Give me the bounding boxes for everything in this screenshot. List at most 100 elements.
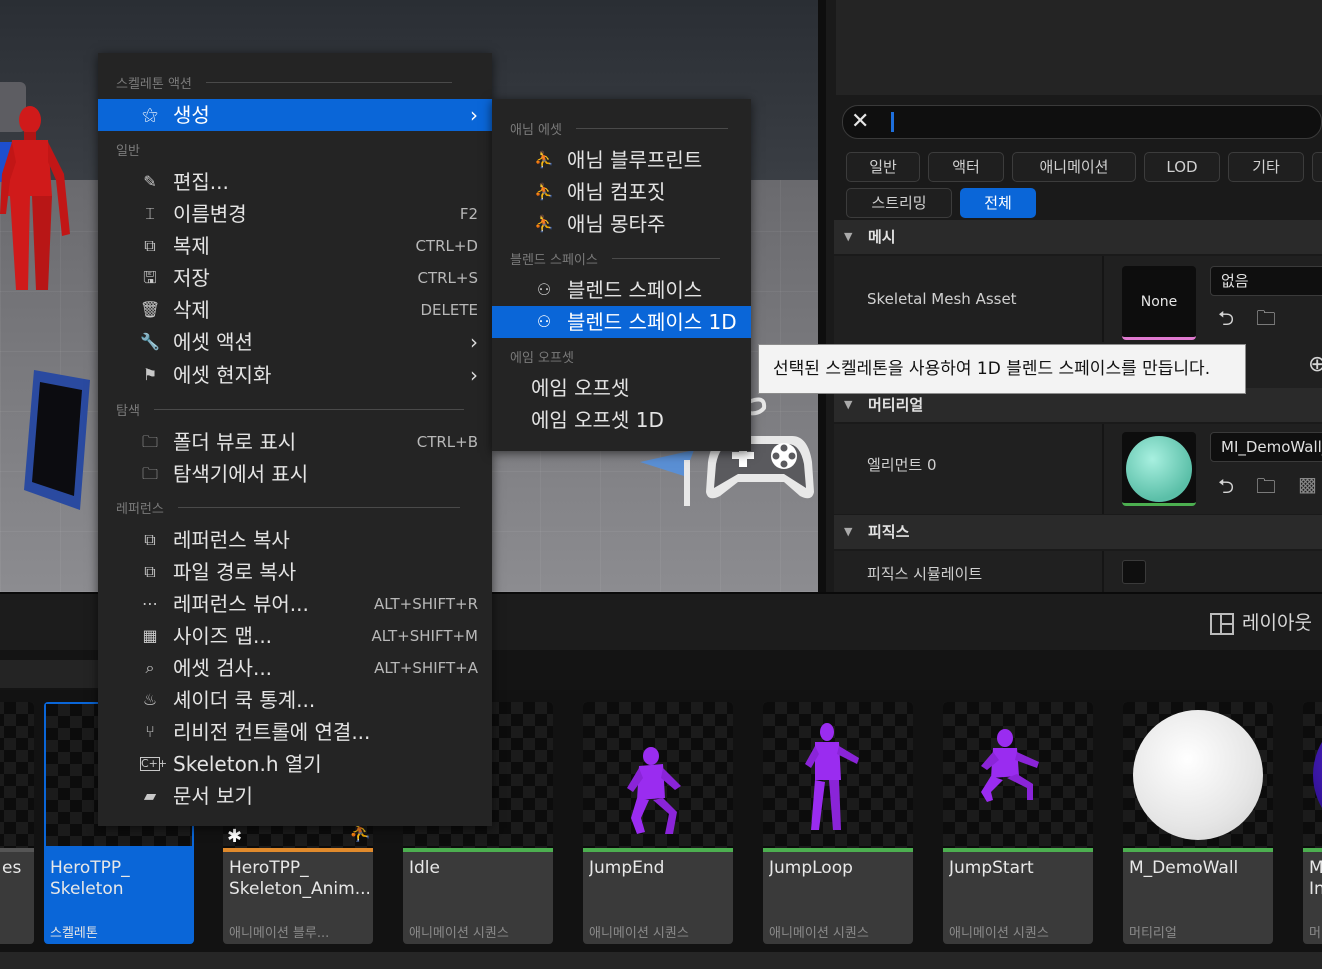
menu-item-open-header[interactable]: C++ Skeleton.h 열기 <box>98 748 492 780</box>
menu-item-asset-localization[interactable]: ⚑ 에셋 현지화 › <box>98 359 492 391</box>
flag-icon: ⚑ <box>142 365 158 384</box>
menu-item-save[interactable]: 🖫 저장 CTRL+S <box>98 262 492 294</box>
folder-search-icon: 🗀 <box>141 432 158 451</box>
asset-type-bar <box>403 848 553 852</box>
property-simulate-physics: 피직스 시뮬레이트 <box>834 551 1322 592</box>
menu-item-rename[interactable]: ⌶ 이름변경 F2 <box>98 198 492 230</box>
asset-thumbnail <box>1303 702 1322 848</box>
asset-type-bar <box>44 848 194 852</box>
asset-type-bar <box>763 848 913 852</box>
simulate-physics-label: 피직스 시뮬레이트 <box>867 565 983 583</box>
details-header-area <box>836 0 1322 95</box>
menu-item-show-in-explorer[interactable]: 🗀 탐색기에서 표시 <box>98 458 492 490</box>
menu-item-shader-cook-stats[interactable]: ♨ 셰이더 쿡 통계... <box>98 684 492 716</box>
folder-search-icon: 🗀 <box>141 464 158 483</box>
menu-item-copy-file-path[interactable]: ⧉ 파일 경로 복사 <box>98 556 492 588</box>
red-mannequin <box>0 106 70 290</box>
asset-type-bar <box>223 848 373 852</box>
asset-type-bar <box>1303 848 1322 852</box>
menu-item-connect-source-control[interactable]: ⑂ 리비전 컨트롤에 연결... <box>98 716 492 748</box>
browse-folder-icon[interactable]: 🗀 <box>1256 472 1276 506</box>
anim-montage-icon: ⛹ <box>534 214 554 233</box>
filter-tab-misc[interactable]: 기타 <box>1228 152 1304 182</box>
use-selected-arrow-icon[interactable]: ⮌ <box>1218 472 1234 506</box>
filter-tab-overflow[interactable] <box>1312 152 1322 182</box>
filter-tab-all[interactable]: 전체 <box>960 188 1036 218</box>
save-icon: 🖫 <box>143 268 157 287</box>
section-physics[interactable]: ▼ 피직스 <box>834 515 1322 549</box>
close-icon[interactable]: ✕ <box>851 110 869 134</box>
asset-thumbnail <box>1123 702 1273 848</box>
simulate-physics-checkbox[interactable] <box>1122 560 1146 584</box>
submenu-item-blend-space[interactable]: ⚇ 블렌드 스페이스 <box>492 274 751 306</box>
asset-name: Idle <box>409 858 440 878</box>
purple-mannequin-stand <box>805 723 859 830</box>
submenu-item-anim-composite[interactable]: ⛹ 애님 컴포짓 <box>492 176 751 208</box>
submenu-item-aim-offset[interactable]: 에임 오프셋 <box>492 372 751 404</box>
submenu-item-anim-blueprint[interactable]: ⛹ 애님 블루프린트 <box>492 144 751 176</box>
menu-item-size-map[interactable]: ▦ 사이즈 맵... ALT+SHIFT+M <box>98 620 492 652</box>
asset-tile[interactable]: es <box>0 702 34 944</box>
filter-tab-general[interactable]: 일반 <box>846 152 920 182</box>
filter-tab-streaming[interactable]: 스트리밍 <box>846 188 952 218</box>
element0-combo[interactable]: MI_DemoWall_ <box>1210 432 1322 462</box>
tooltip: 선택된 스켈레톤을 사용하여 1D 블렌드 스페이스를 만듭니다. <box>758 344 1246 394</box>
collapse-arrow-icon: ▼ <box>844 230 853 243</box>
material-sphere <box>1126 436 1192 502</box>
layout-button[interactable]: 레이아웃 <box>1210 608 1312 635</box>
material-sphere <box>1133 710 1263 840</box>
section-mesh[interactable]: ▼ 메시 <box>834 220 1322 254</box>
asset-tile[interactable]: JumpEnd 애니메이션 시퀀스 <box>583 702 733 944</box>
menu-item-view-documentation[interactable]: ▰ 문서 보기 <box>98 780 492 812</box>
filter-tab-lod[interactable]: LOD <box>1144 152 1220 182</box>
section-material-title: 머티리얼 <box>868 396 924 414</box>
menu-item-asset-actions[interactable]: 🔧 에셋 액션 › <box>98 326 492 358</box>
menu-item-create[interactable]: ⚝ 생성 › <box>98 99 492 131</box>
material-thumbnail[interactable] <box>1122 432 1196 506</box>
skeletal-mesh-thumbnail[interactable]: None <box>1122 266 1196 340</box>
details-search-input[interactable]: ✕ <box>842 105 1322 139</box>
trash-icon: 🗑 <box>140 300 161 319</box>
asset-tile[interactable]: JumpLoop 애니메이션 시퀀스 <box>763 702 913 944</box>
source-control-branch-icon: ⑂ <box>145 722 155 741</box>
asset-tile[interactable]: M In 머 <box>1303 702 1322 944</box>
submenu-section-blend-space: 블렌드 스페이스 <box>510 248 720 268</box>
asset-type: 스켈레톤 <box>50 926 98 941</box>
submenu-item-blend-space-1d[interactable]: ⚇ 블렌드 스페이스 1D <box>492 306 751 338</box>
copy-icon: ⧉ <box>144 530 156 549</box>
submenu-item-anim-montage[interactable]: ⛹ 애님 몽타주 <box>492 208 751 240</box>
property-skeletal-mesh: Skeletal Mesh Asset None 없음 ⮌ 🗀 <box>834 256 1322 342</box>
skeletal-mesh-combo[interactable]: 없음 <box>1210 266 1322 296</box>
submenu-section-aim-offset: 에임 오프셋 <box>510 350 574 366</box>
asset-type-bar <box>0 848 34 852</box>
asset-tile[interactable]: M_DemoWall 머티리얼 <box>1123 702 1273 944</box>
menu-item-delete[interactable]: 🗑 삭제 DELETE <box>98 294 492 326</box>
text-caret <box>891 112 894 132</box>
anim-blueprint-icon: ⛹ <box>534 150 554 169</box>
submenu-item-aim-offset-1d[interactable]: 에임 오프셋 1D <box>492 404 751 436</box>
filter-tab-animation[interactable]: 애니메이션 <box>1012 152 1136 182</box>
asset-type: 애니메이션 시퀀스 <box>949 926 1049 941</box>
menu-item-edit[interactable]: ✎ 편집... <box>98 166 492 198</box>
use-selected-arrow-icon[interactable]: ⮌ <box>1218 304 1234 338</box>
filter-tab-actor[interactable]: 액터 <box>928 152 1004 182</box>
menu-item-copy-reference[interactable]: ⧉ 레퍼런스 복사 <box>98 524 492 556</box>
blend-space-icon: ⚇ <box>536 312 552 331</box>
menu-item-audit-assets[interactable]: ⌕ 에셋 검사... ALT+SHIFT+A <box>98 652 492 684</box>
reference-graph-icon: ⋯ <box>142 594 158 613</box>
section-mesh-title: 메시 <box>868 228 896 246</box>
cpp-file-icon: C++ <box>140 757 168 771</box>
checker-icon[interactable]: ▩ <box>1298 472 1317 496</box>
filter-bar[interactable] <box>0 660 110 688</box>
asset-star-icon: ✱ <box>227 826 243 847</box>
menu-item-show-in-folder-view[interactable]: 🗀 폴더 뷰로 표시 CTRL+B <box>98 426 492 458</box>
browse-folder-icon[interactable]: 🗀 <box>1256 304 1276 338</box>
menu-item-duplicate[interactable]: ⧉ 복제 CTRL+D <box>98 230 492 262</box>
asset-type-bar <box>943 848 1093 852</box>
add-plus-icon[interactable]: ⊕ <box>1308 352 1322 377</box>
asset-tile[interactable]: JumpStart 애니메이션 시퀀스 <box>943 702 1093 944</box>
menu-item-reference-viewer[interactable]: ⋯ 레퍼런스 뷰어... ALT+SHIFT+R <box>98 588 492 620</box>
submenu-section-anim-asset: 애님 에셋 <box>510 118 728 138</box>
asset-name: JumpLoop <box>769 858 853 878</box>
cook-steam-icon: ♨ <box>142 690 158 709</box>
